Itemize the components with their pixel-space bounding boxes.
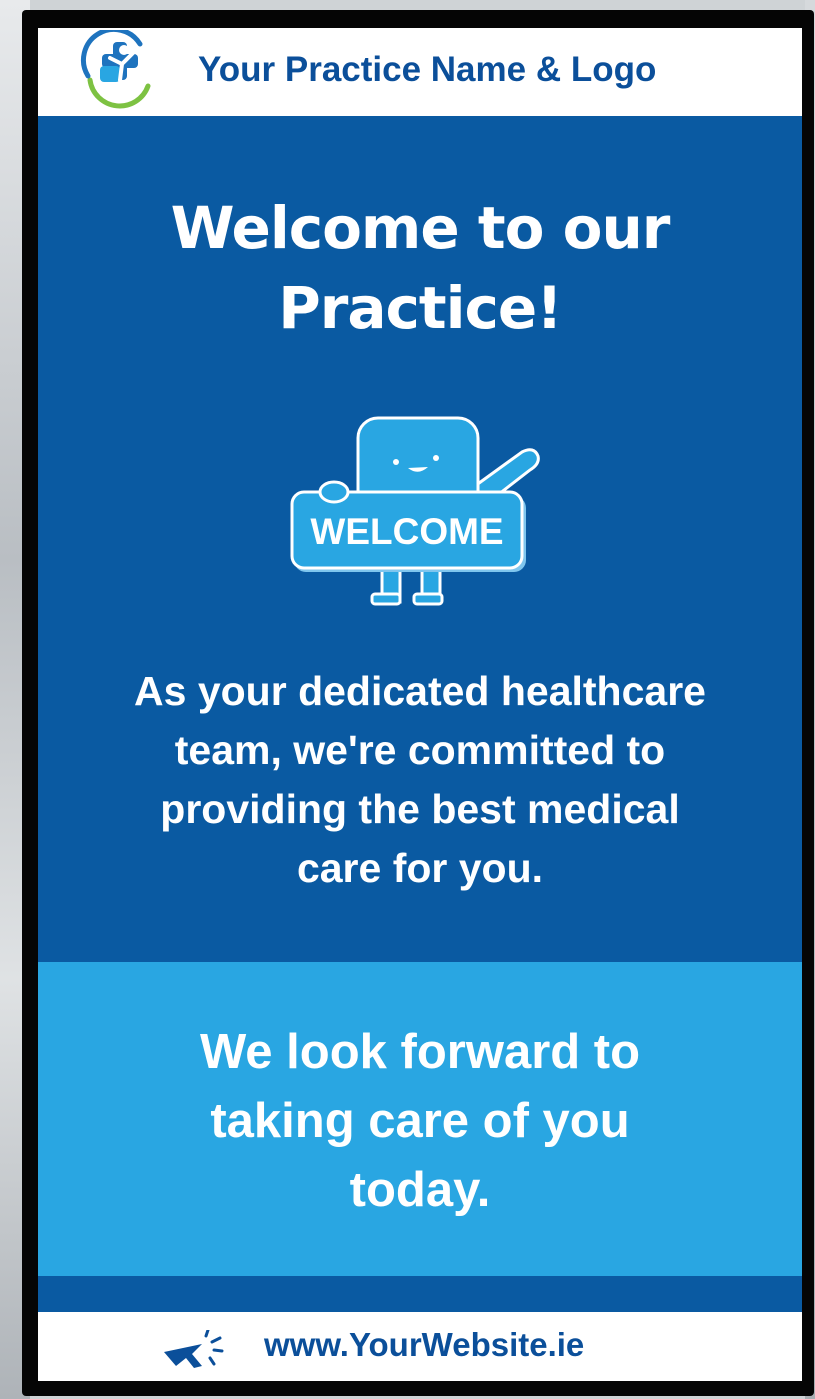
- cursor-click-icon: [164, 1330, 224, 1368]
- intro-line4: care for you.: [296, 845, 544, 891]
- practice-logo-icon: [81, 30, 151, 109]
- closing-line2: taking care of you: [210, 1094, 630, 1148]
- closing-line1: We look forward to: [199, 1025, 641, 1079]
- footer-divider-strip: [38, 1276, 802, 1312]
- intro-line3: providing the best medical: [160, 786, 680, 832]
- intro-line1: As your dedicated healthcare: [134, 668, 706, 714]
- closing-line3: today.: [349, 1163, 491, 1217]
- footer-bar: www.YourWebsite.ie: [38, 1312, 802, 1381]
- intro-line2: team, we're committed to: [174, 727, 666, 773]
- welcome-title-line1: Welcome to our: [170, 194, 671, 262]
- display-screen: Your Practice Name & Logo Welcome to our…: [38, 28, 802, 1381]
- mascot-sign-text: WELCOME: [310, 511, 503, 552]
- welcome-title-line2: Practice!: [278, 274, 562, 342]
- closing-message: We look forward to taking care of you to…: [38, 1018, 802, 1225]
- practice-name: Your Practice Name & Logo: [198, 50, 657, 89]
- website-link[interactable]: www.YourWebsite.ie: [264, 1326, 584, 1364]
- header-bar: Your Practice Name & Logo: [38, 28, 802, 116]
- welcome-title: Welcome to our Practice!: [38, 188, 802, 348]
- welcome-mascot-icon: WELCOME: [290, 416, 540, 606]
- intro-paragraph: As your dedicated healthcare team, we're…: [38, 662, 802, 898]
